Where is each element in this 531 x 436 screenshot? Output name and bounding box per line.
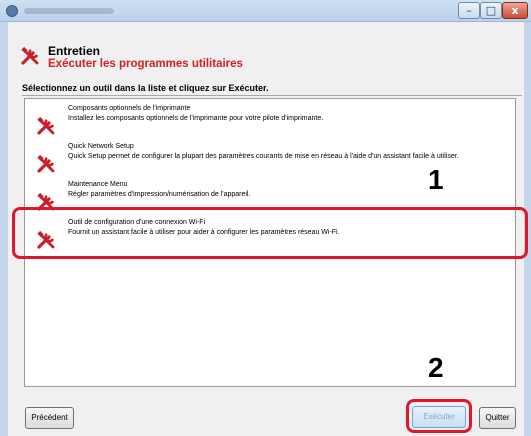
page-title: Entretien <box>48 44 101 58</box>
app-icon <box>6 5 18 17</box>
step-1-callout: 1 <box>428 164 444 195</box>
highlight-execute-button <box>406 399 472 433</box>
instruction-text: Sélectionnez un outil dans la liste et c… <box>22 83 269 93</box>
list-item-title: Composants optionnels de l'imprimante <box>68 105 191 112</box>
close-button[interactable]: x <box>502 2 528 19</box>
previous-button[interactable]: Précédent <box>25 407 74 429</box>
divider <box>22 95 522 96</box>
close-icon: x <box>511 4 519 17</box>
list-item-description: Quick Setup permet de configurer la plup… <box>68 153 459 160</box>
window-title-blurred <box>24 8 114 14</box>
maximize-icon: □ <box>485 4 497 17</box>
list-item-title: Quick Network Setup <box>68 143 134 150</box>
quit-button[interactable]: Quitter <box>479 407 516 429</box>
tools-icon <box>37 154 55 173</box>
page-subtitle: Exécuter les programmes utilitaires <box>48 58 243 70</box>
tools-icon <box>37 116 55 135</box>
minimize-icon: – <box>466 4 472 17</box>
maximize-button[interactable]: □ <box>480 2 502 19</box>
tools-icon <box>21 46 39 65</box>
highlight-wifi-item <box>12 207 528 259</box>
step-2-callout: 2 <box>428 352 444 383</box>
list-item-title: Maintenance Menu <box>68 181 128 188</box>
minimize-button[interactable]: – <box>458 2 480 19</box>
list-item-description: Régler paramètres d'impression/numérisat… <box>68 191 251 198</box>
list-item-description: Installez les composants optionnels de l… <box>68 115 324 122</box>
window-titlebar: – □ x <box>0 0 531 22</box>
window-border-left <box>0 22 8 436</box>
